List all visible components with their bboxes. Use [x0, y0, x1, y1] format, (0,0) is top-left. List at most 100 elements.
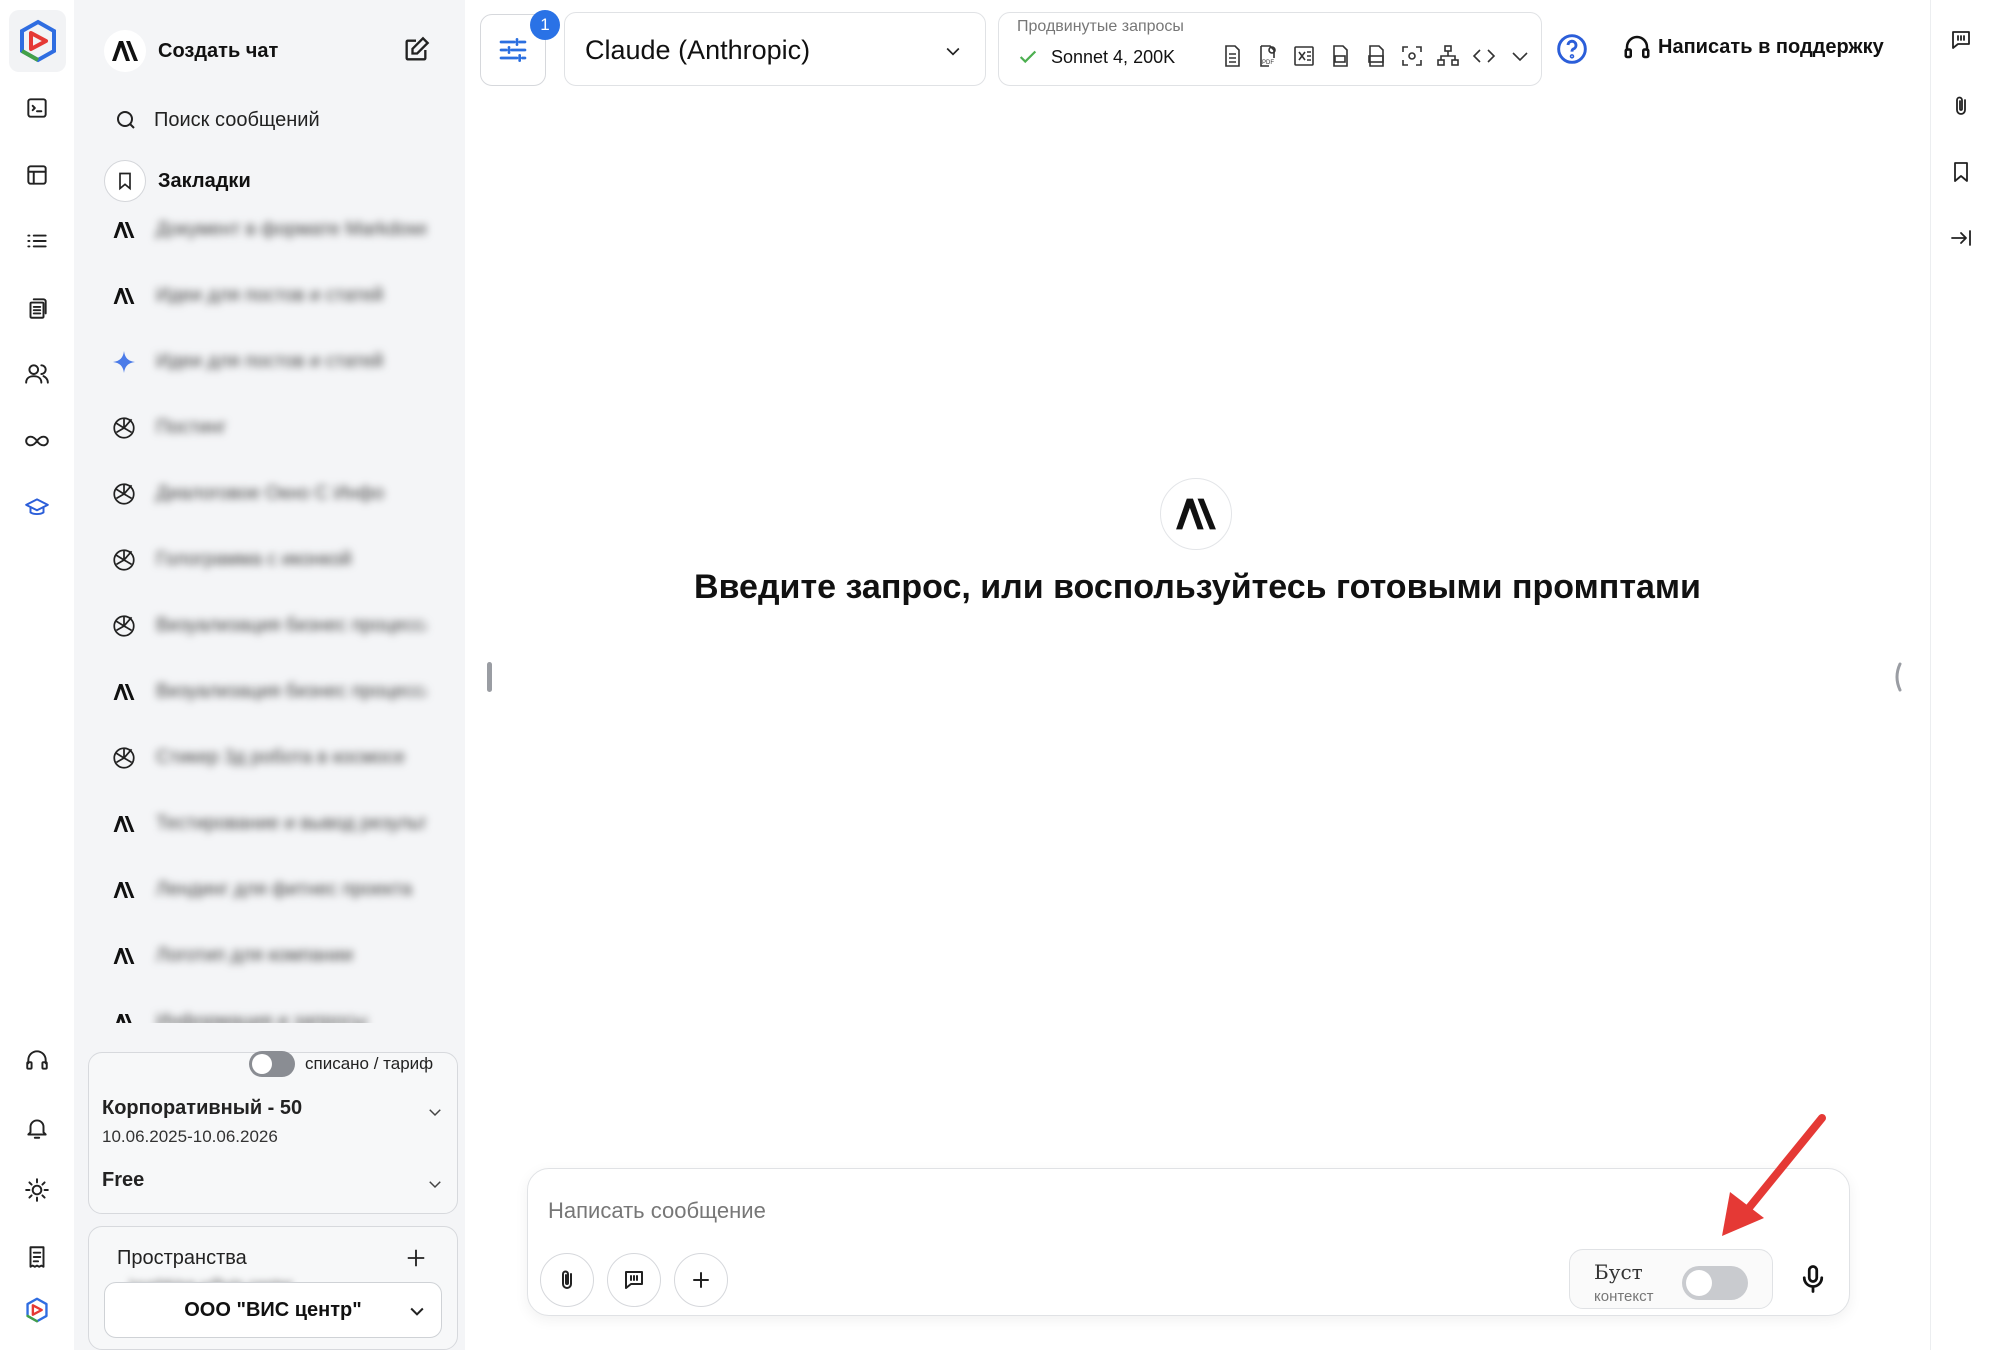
billing-switch[interactable] — [249, 1051, 295, 1077]
billing-toggle[interactable]: списано / тариф — [249, 1051, 433, 1077]
compose-edit-icon[interactable] — [402, 36, 434, 68]
svg-text:PDF: PDF — [1262, 60, 1274, 66]
hierarchy-icon — [1435, 43, 1461, 69]
tariff-panel: списано / тариф Корпоративный - 50 10.06… — [88, 1051, 458, 1214]
chat-title: Визуализация бизнес процесса — [156, 615, 426, 636]
chevron-down-icon[interactable] — [426, 1103, 444, 1121]
settings-badge: 1 — [530, 10, 560, 40]
prompts-icon[interactable] — [1949, 28, 1977, 56]
right-resize-handle[interactable] — [1892, 662, 1902, 692]
chat-item[interactable]: Диалоговое Окно С Инфо — [104, 472, 444, 516]
chat-title: Информация и запросы — [156, 1011, 368, 1023]
headset-icon[interactable] — [17, 1040, 57, 1080]
bookmarks-link[interactable]: Закладки — [104, 160, 251, 202]
check-icon — [1019, 50, 1037, 64]
search-icon — [117, 111, 135, 129]
bookmark-icon — [104, 160, 146, 202]
chat-title: Лендинг для фитнес проекта — [156, 879, 413, 900]
support-button[interactable]: Написать в поддержку — [1622, 32, 1884, 62]
message-composer: Буст контекст — [527, 1168, 1850, 1316]
chat-history-list: Документ в формате Markdown Идеи для пос… — [104, 208, 444, 1023]
code-icon — [1471, 43, 1497, 69]
chat-title: Голограмма с иконкой — [156, 549, 352, 570]
chat-title: Постинг — [156, 417, 227, 438]
anthropic-model-icon — [104, 936, 144, 976]
chat-item[interactable]: Документ в формате Markdown — [104, 208, 444, 252]
chat-item[interactable]: Идеи для постов и статей — [104, 340, 444, 384]
plan-free[interactable]: Free — [102, 1169, 144, 1192]
users-icon[interactable] — [17, 354, 57, 394]
app-logo-icon — [19, 19, 56, 63]
attachment-icon[interactable] — [1949, 94, 1977, 122]
chat-title: Идеи для постов и статей — [156, 285, 384, 306]
collapse-right-icon[interactable] — [1949, 226, 1977, 254]
prompts-button[interactable] — [607, 1253, 661, 1307]
paperclip-icon — [562, 1270, 572, 1289]
terminal-icon[interactable] — [17, 88, 57, 128]
message-input[interactable] — [548, 1195, 1548, 1227]
support-label: Написать в поддержку — [1658, 35, 1884, 58]
advanced-model-label: Sonnet 4, 200K — [1051, 46, 1176, 67]
bell-icon[interactable] — [17, 1108, 57, 1148]
search-messages[interactable]: Поиск сообщений — [104, 100, 320, 140]
plan-name[interactable]: Корпоративный - 50 — [102, 1097, 302, 1120]
anthropic-model-icon — [104, 210, 144, 250]
boost-title: Буст — [1594, 1260, 1643, 1284]
chat-item[interactable]: Постинг — [104, 406, 444, 450]
chevron-down-icon — [946, 47, 960, 56]
organization-select[interactable]: ООО "ВИС центр" — [104, 1282, 442, 1338]
infinity-icon[interactable] — [17, 421, 57, 461]
chat-title: Идеи для постов и статей — [156, 351, 384, 372]
boost-context-toggle[interactable]: Буст контекст — [1569, 1249, 1773, 1309]
chevron-down-icon[interactable] — [426, 1175, 444, 1193]
chat-item[interactable]: Тестирование и вывод результатов — [104, 802, 444, 846]
chat-item[interactable]: Информация и запросы — [104, 1000, 444, 1023]
capability-icons: PDF — [1219, 43, 1533, 69]
chat-item[interactable]: Логотип для компании — [104, 934, 444, 978]
prompts-icon — [625, 1271, 643, 1289]
chat-item[interactable]: Лендинг для фитнес проекта — [104, 868, 444, 912]
chevron-down-icon — [410, 1307, 424, 1316]
chat-item[interactable]: Голограмма с иконкой — [104, 538, 444, 582]
scan-icon — [1399, 43, 1425, 69]
education-icon[interactable] — [17, 487, 57, 527]
chat-title: Визуализация бизнес процесса — [156, 681, 426, 702]
chevron-down-icon[interactable] — [1507, 43, 1533, 69]
chat-item[interactable]: Стикер 3д робота в космосе — [104, 736, 444, 780]
anthropic-logo-icon — [104, 30, 146, 72]
chat-item[interactable]: Визуализация бизнес процесса — [104, 670, 444, 714]
model-select[interactable]: Claude (Anthropic) — [564, 12, 986, 86]
annotation-arrow-icon — [1722, 1114, 1826, 1236]
help-icon[interactable] — [1556, 33, 1588, 65]
app-logo[interactable] — [9, 10, 66, 72]
model-name: Claude (Anthropic) — [585, 35, 811, 65]
pdf-search-icon: PDF — [1255, 43, 1281, 69]
boost-switch[interactable] — [1682, 1266, 1748, 1300]
anthropic-model-icon — [104, 672, 144, 712]
receipt-icon[interactable] — [17, 1237, 57, 1277]
chat-title: Диалоговое Окно С Инфо — [156, 483, 385, 504]
new-chat-label: Создать чат — [158, 39, 279, 62]
bookmark-icon[interactable] — [1949, 160, 1977, 188]
theme-sun-icon[interactable] — [17, 1170, 57, 1210]
chat-item[interactable]: Визуализация бизнес процесса — [104, 604, 444, 648]
anthropic-logo-icon — [1160, 478, 1232, 550]
table-icon[interactable] — [17, 155, 57, 195]
add-button[interactable] — [674, 1253, 728, 1307]
left-resize-handle[interactable] — [487, 662, 492, 692]
documents-icon[interactable] — [17, 288, 57, 328]
microphone-button[interactable] — [1791, 1257, 1835, 1301]
search-messages-label: Поиск сообщений — [154, 108, 320, 131]
chat-item[interactable]: Идеи для постов и статей — [104, 274, 444, 318]
new-chat-button[interactable]: Создать чат — [104, 30, 434, 72]
chat-title: Документ в формате Markdown — [156, 219, 426, 240]
document-icon — [1219, 43, 1245, 69]
list-icon[interactable] — [17, 221, 57, 261]
anthropic-model-icon — [104, 804, 144, 844]
microphone-icon — [1802, 1265, 1824, 1293]
add-space-icon[interactable] — [405, 1247, 427, 1269]
attach-button[interactable] — [540, 1253, 594, 1307]
chat-sidebar: Создать чат Поиск сообщений Закладки Док… — [74, 0, 465, 1350]
anthropic-model-icon — [104, 276, 144, 316]
advanced-requests[interactable]: Продвинутые запросы Sonnet 4, 200K PDF — [998, 12, 1542, 86]
